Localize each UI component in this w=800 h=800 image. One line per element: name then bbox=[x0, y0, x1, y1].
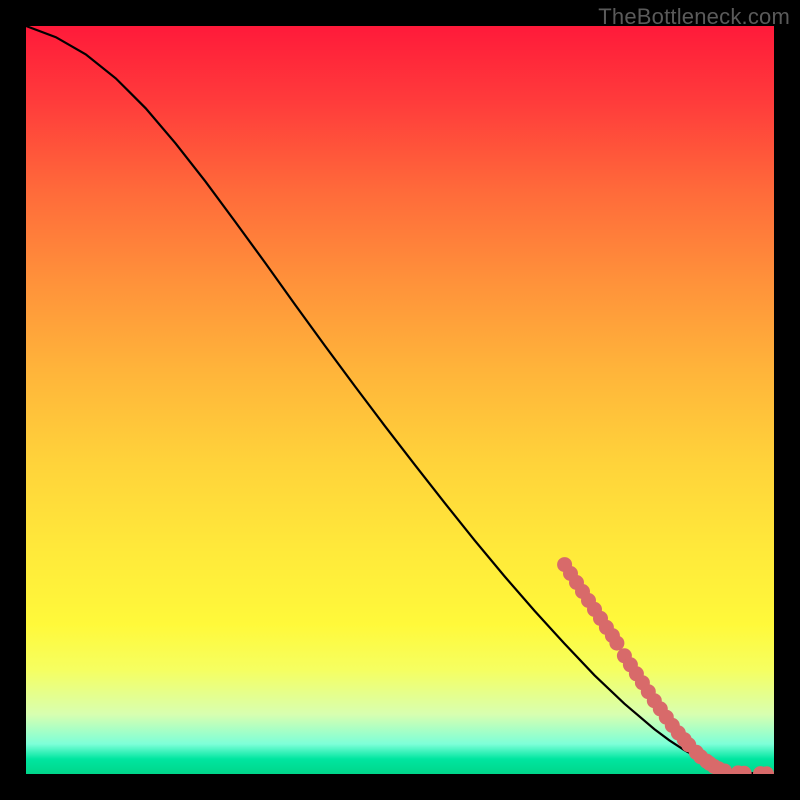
data-point bbox=[629, 666, 644, 681]
data-point bbox=[641, 684, 656, 699]
data-markers bbox=[557, 557, 774, 774]
data-point bbox=[665, 718, 680, 733]
data-point bbox=[653, 701, 668, 716]
data-point bbox=[593, 611, 608, 626]
data-point bbox=[707, 759, 722, 774]
data-point bbox=[609, 636, 624, 651]
data-point bbox=[623, 657, 638, 672]
data-point bbox=[759, 766, 774, 774]
data-point bbox=[581, 593, 596, 608]
data-point bbox=[647, 693, 662, 708]
data-point bbox=[677, 732, 692, 747]
data-point bbox=[587, 602, 602, 617]
plot-area bbox=[26, 26, 774, 774]
data-point bbox=[689, 745, 704, 760]
chart-svg bbox=[26, 26, 774, 774]
data-point bbox=[681, 737, 696, 752]
data-point bbox=[599, 620, 614, 635]
data-point bbox=[711, 761, 726, 774]
data-point bbox=[617, 648, 632, 663]
data-point bbox=[605, 628, 620, 643]
data-point bbox=[563, 566, 578, 581]
watermark-text: TheBottleneck.com bbox=[598, 4, 790, 30]
chart-frame: TheBottleneck.com bbox=[0, 0, 800, 800]
data-point bbox=[659, 710, 674, 725]
data-point bbox=[731, 765, 746, 774]
data-point bbox=[717, 764, 732, 775]
data-point bbox=[575, 584, 590, 599]
data-point bbox=[557, 557, 572, 572]
data-point bbox=[737, 766, 752, 774]
bottleneck-curve bbox=[26, 26, 774, 774]
data-point bbox=[671, 725, 686, 740]
data-point bbox=[569, 575, 584, 590]
data-point bbox=[753, 766, 768, 774]
data-point bbox=[693, 749, 708, 764]
data-point bbox=[635, 675, 650, 690]
data-point bbox=[699, 754, 714, 769]
data-point bbox=[702, 756, 717, 771]
